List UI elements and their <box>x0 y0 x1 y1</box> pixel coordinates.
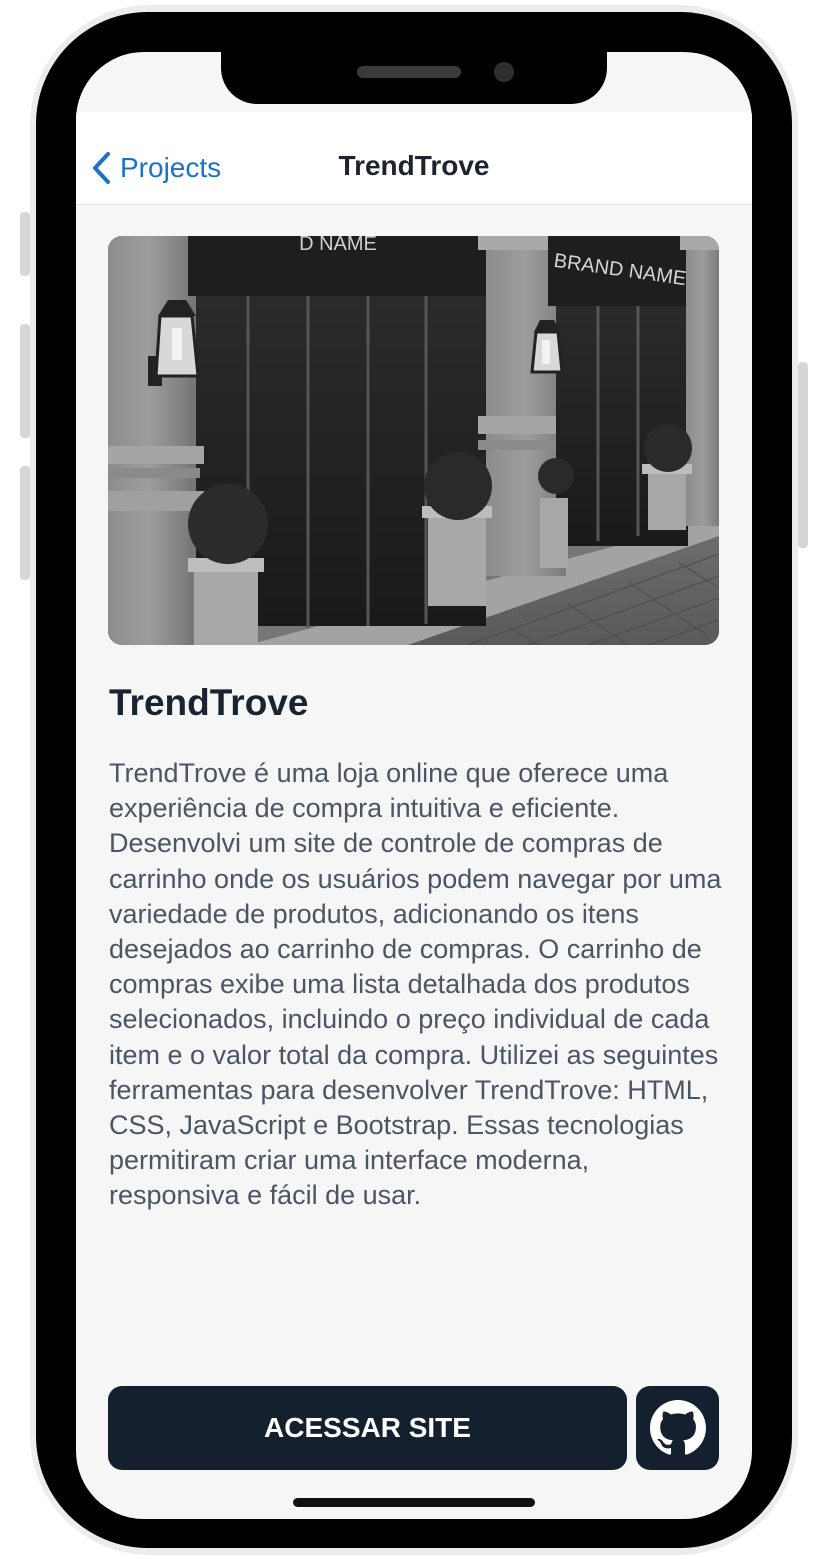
access-site-button[interactable]: ACESSAR SITE <box>108 1386 627 1470</box>
volume-down-button <box>20 466 30 580</box>
home-indicator <box>293 1498 535 1507</box>
sign-left-text: D NAME <box>299 236 377 255</box>
screen: Projects TrendTrove D NAME BRAND NAME Tr… <box>76 52 752 1519</box>
project-description: TrendTrove é uma loja online que oferece… <box>109 758 722 1211</box>
nav-title: TrendTrove <box>338 150 490 181</box>
project-title: TrendTrove <box>109 682 309 723</box>
project-image: D NAME BRAND NAME <box>108 236 719 645</box>
power-button <box>798 362 808 548</box>
mute-switch <box>20 212 30 276</box>
speaker-grille <box>357 66 461 78</box>
front-camera <box>494 62 514 82</box>
github-icon <box>649 1400 706 1455</box>
notch <box>221 52 607 104</box>
navigation-bar: Projects TrendTrove <box>76 112 752 205</box>
github-button[interactable] <box>636 1386 719 1470</box>
volume-up-button <box>20 324 30 438</box>
